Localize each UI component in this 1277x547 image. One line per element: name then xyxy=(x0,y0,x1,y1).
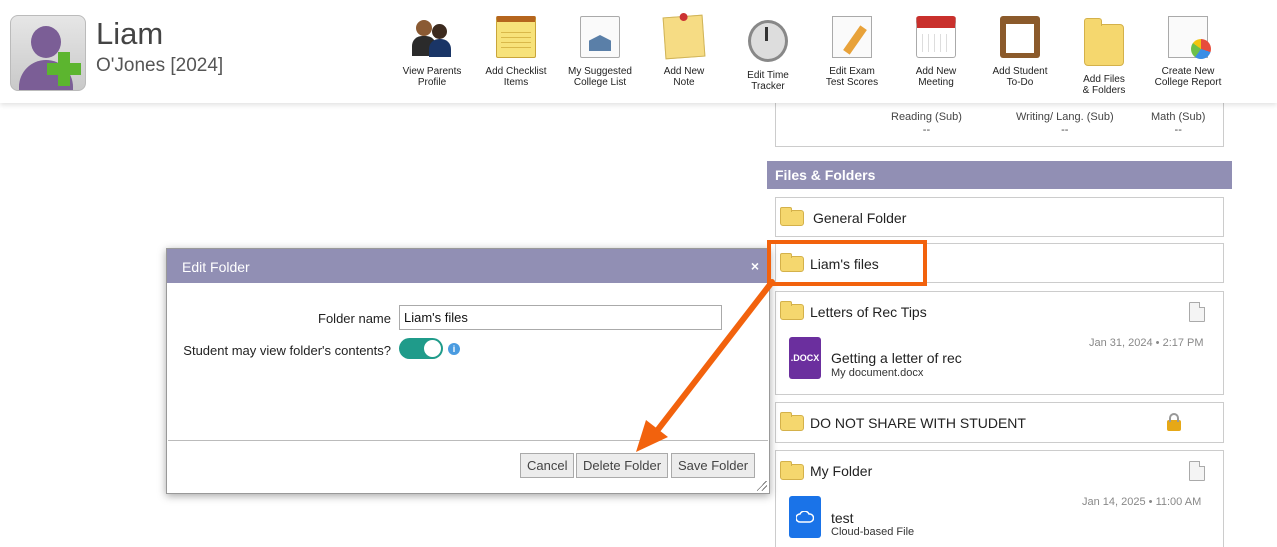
score-label: Writing/ Lang. (Sub) xyxy=(1016,111,1114,123)
score-value: -- xyxy=(1061,124,1069,136)
tool-label: My Suggested College List xyxy=(568,66,632,88)
folder-do-not-share[interactable]: DO NOT SHARE WITH STUDENT xyxy=(775,402,1224,443)
folder-icon xyxy=(780,412,804,431)
folder-letters-of-rec[interactable]: Letters of Rec Tips .DOCX Getting a lett… xyxy=(775,291,1224,395)
college-list-icon xyxy=(580,16,620,58)
file-date: Jan 14, 2025 • 11:00 AM xyxy=(1082,496,1202,508)
notepad-icon xyxy=(496,16,536,58)
tool-label: Edit Time Tracker xyxy=(747,70,789,92)
folder-icon xyxy=(780,253,804,272)
folder-name-label: Folder name xyxy=(318,311,391,326)
folder-name-input[interactable] xyxy=(399,305,722,330)
tool-label: Add Student To-Do xyxy=(992,66,1048,88)
folder-title: Liam's files xyxy=(810,256,879,272)
add-checklist-items-button[interactable]: Add Checklist Items xyxy=(474,16,558,96)
resize-handle-icon[interactable] xyxy=(757,481,767,491)
parents-icon xyxy=(412,16,452,58)
folder-icon xyxy=(780,301,804,320)
score-reading: Reading (Sub) -- xyxy=(891,111,962,137)
files-folders-header: Files & Folders xyxy=(767,161,1232,189)
cloud-file-icon xyxy=(789,496,821,538)
file-date: Jan 31, 2024 • 2:17 PM xyxy=(1089,337,1204,349)
toggle-knob xyxy=(424,340,441,357)
docx-file-icon: .DOCX xyxy=(789,337,821,379)
add-files-folders-button[interactable]: Add Files & Folders xyxy=(1062,16,1146,96)
dialog-divider xyxy=(168,440,768,441)
edit-exam-scores-button[interactable]: Edit Exam Test Scores xyxy=(810,16,894,96)
score-label: Reading (Sub) xyxy=(891,111,962,123)
tool-label: Edit Exam Test Scores xyxy=(825,66,879,88)
save-folder-button[interactable]: Save Folder xyxy=(671,453,756,478)
stopwatch-icon xyxy=(748,20,788,62)
student-view-toggle[interactable] xyxy=(399,338,443,359)
info-icon[interactable]: i xyxy=(448,343,460,355)
add-student-todo-button[interactable]: Add Student To-Do xyxy=(978,16,1062,96)
tool-label: Add Checklist Items xyxy=(485,66,547,88)
tool-label: View Parents Profile xyxy=(402,66,462,88)
score-math: Math (Sub) -- xyxy=(1151,111,1205,137)
file-name[interactable]: test xyxy=(831,510,854,526)
close-icon[interactable]: × xyxy=(751,258,759,274)
lock-icon xyxy=(1167,413,1181,431)
action-toolbar: View Parents Profile Add Checklist Items… xyxy=(390,14,1230,96)
tool-label: Add New Meeting xyxy=(915,66,957,88)
score-value: -- xyxy=(922,124,931,136)
student-view-label: Student may view folder's contents? xyxy=(183,343,391,358)
student-header: Liam O'Jones [2024] View Parents Profile… xyxy=(0,0,1277,103)
file-filename: My document.docx xyxy=(831,367,924,379)
folder-icon xyxy=(1084,18,1124,66)
score-label: Math (Sub) xyxy=(1151,111,1206,123)
tool-label: Add Files & Folders xyxy=(1082,74,1126,96)
score-writing: Writing/ Lang. (Sub) -- xyxy=(1016,111,1114,137)
exam-icon xyxy=(832,16,872,58)
tool-label: Add New Note xyxy=(663,66,705,88)
add-student-avatar-icon[interactable] xyxy=(10,15,86,91)
suggested-college-list-button[interactable]: My Suggested College List xyxy=(558,16,642,96)
view-parents-profile-button[interactable]: View Parents Profile xyxy=(390,16,474,96)
score-value: -- xyxy=(1174,124,1182,136)
student-first-name: Liam xyxy=(96,16,164,51)
delete-folder-button[interactable]: Delete Folder xyxy=(576,453,669,478)
student-last-name-year: O'Jones [2024] xyxy=(96,55,224,76)
add-file-icon[interactable] xyxy=(1189,302,1205,322)
add-new-meeting-button[interactable]: Add New Meeting xyxy=(894,16,978,96)
cancel-button[interactable]: Cancel xyxy=(520,453,575,478)
dialog-title-bar[interactable]: Edit Folder × xyxy=(167,249,769,283)
edit-time-tracker-button[interactable]: Edit Time Tracker xyxy=(726,16,810,96)
note-icon xyxy=(662,14,706,60)
add-file-icon[interactable] xyxy=(1189,461,1205,481)
test-scores-panel: Reading (Sub) -- Writing/ Lang. (Sub) --… xyxy=(775,103,1224,147)
folder-liams-files[interactable]: Liam's files xyxy=(775,243,1224,283)
folder-title: My Folder xyxy=(810,463,873,479)
report-icon xyxy=(1168,16,1211,59)
folder-general[interactable]: General Folder xyxy=(775,197,1224,237)
clipboard-icon xyxy=(1000,16,1040,58)
file-type: Cloud-based File xyxy=(831,526,915,538)
edit-folder-dialog: Edit Folder × Folder name Student may vi… xyxy=(166,248,770,494)
create-college-report-button[interactable]: Create New College Report xyxy=(1146,16,1230,96)
add-new-note-button[interactable]: Add New Note xyxy=(642,14,726,96)
folder-title: General Folder xyxy=(813,210,907,226)
folder-my-folder[interactable]: My Folder test Cloud-based File Jan 14, … xyxy=(775,450,1224,547)
file-name[interactable]: Getting a letter of rec xyxy=(831,350,962,366)
tool-label: Create New College Report xyxy=(1154,66,1222,88)
dialog-title: Edit Folder xyxy=(182,259,250,275)
folder-icon xyxy=(780,207,804,226)
folder-icon xyxy=(780,461,804,480)
folder-title: DO NOT SHARE WITH STUDENT xyxy=(810,415,1026,431)
calendar-icon xyxy=(916,16,956,58)
folder-title: Letters of Rec Tips xyxy=(810,304,927,320)
